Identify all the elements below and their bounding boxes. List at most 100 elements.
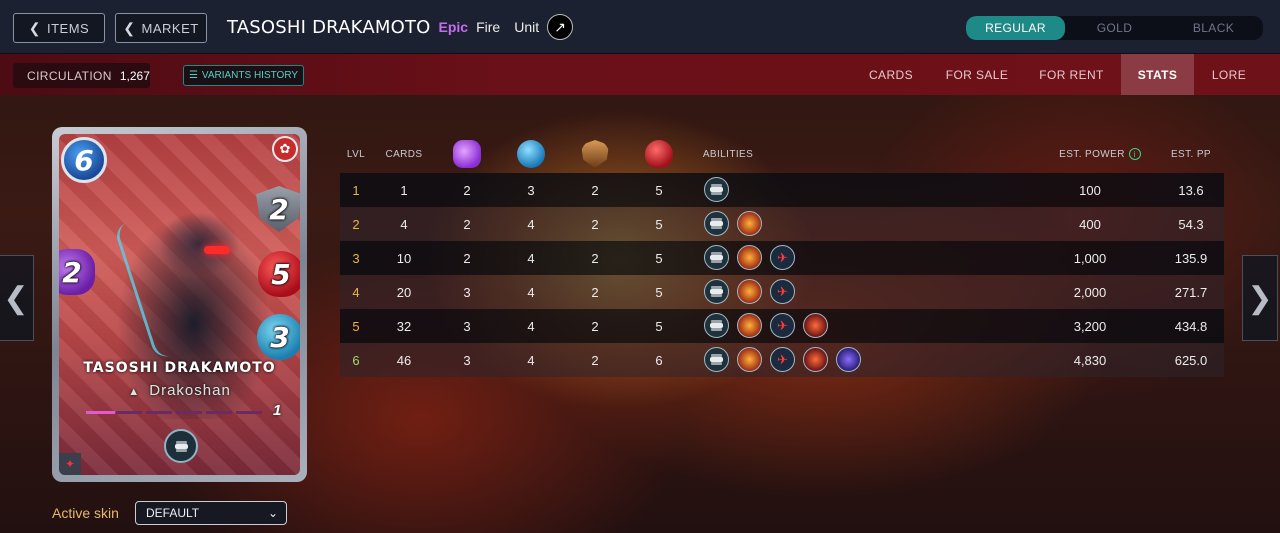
edition-regular[interactable]: REGULAR xyxy=(966,16,1065,40)
piercing-ability-icon[interactable]: ✈ xyxy=(770,313,795,338)
list-icon: ☰ xyxy=(188,70,198,81)
cell-armor: 2 xyxy=(591,318,599,334)
cell-magic: 2 xyxy=(463,182,471,198)
tab-for-rent[interactable]: FOR RENT xyxy=(1022,54,1121,95)
type-label: Unit xyxy=(514,19,540,35)
blast-ability-icon[interactable] xyxy=(737,347,762,372)
variants-history-button[interactable]: ☰ VARIANTS HISTORY xyxy=(183,65,304,86)
header-abilities: ABILITIES xyxy=(702,148,754,160)
header-lvl: LVL xyxy=(346,148,366,160)
sneak-ability-icon[interactable] xyxy=(704,245,729,270)
items-button[interactable]: ❮ ITEMS xyxy=(13,13,105,43)
market-button[interactable]: ❮ MARKET xyxy=(115,13,207,43)
cell-power: 4,830 xyxy=(1073,352,1107,368)
card-ability-icon xyxy=(164,429,198,463)
piercing-ability-icon[interactable]: ✈ xyxy=(770,347,795,372)
cell-armor: 2 xyxy=(591,182,599,198)
cell-health: 5 xyxy=(655,182,663,198)
ninja-icon xyxy=(174,443,188,449)
cell-health: 6 xyxy=(655,352,663,368)
sneak-ability-icon[interactable] xyxy=(704,177,729,202)
cell-magic: 3 xyxy=(463,352,471,368)
ninja-icon xyxy=(710,221,723,226)
cell-pp: 13.6 xyxy=(1178,182,1204,198)
speed-icon xyxy=(517,140,545,168)
chevron-right-icon: ❯ xyxy=(1247,281,1273,315)
cell-cards: 46 xyxy=(396,352,412,368)
cell-health: 5 xyxy=(655,216,663,232)
abilities-cell: ✈ xyxy=(704,313,828,339)
circulation-label: CIRCULATION xyxy=(27,68,112,83)
stats-rows: 1 1 2 3 2 5 100 13.6 2 4 2 4 2 5 400 54.3 3 10 2 4 2 5 1,000 13… xyxy=(340,173,1224,377)
cell-cards: 4 xyxy=(400,216,408,232)
previous-card-button[interactable]: ❮ xyxy=(0,255,34,341)
circulation-value: 1,267 xyxy=(119,68,150,83)
rarity-label: Epic xyxy=(438,19,469,35)
header-cards: CARDS xyxy=(385,148,423,160)
enrage-ability-icon[interactable] xyxy=(803,347,828,372)
top-bar: ❮ ITEMS ❮ MARKET TASOSHI DRAKAMOTO Epic … xyxy=(0,0,1280,54)
abilities-cell: ✈ xyxy=(704,245,795,271)
header-est-pp: EST. PP xyxy=(1170,148,1212,160)
art-glow xyxy=(113,217,185,361)
cell-speed: 4 xyxy=(527,216,535,232)
edition-black[interactable]: BLACK xyxy=(1164,16,1263,40)
ninja-icon xyxy=(710,255,723,260)
cell-speed: 4 xyxy=(527,352,535,368)
sneak-ability-icon[interactable] xyxy=(704,211,729,236)
ninja-icon xyxy=(710,289,723,294)
table-row: 6 46 3 4 2 6 4,830 625.0 ✈ xyxy=(340,343,1224,377)
sneak-ability-icon[interactable] xyxy=(704,347,729,372)
card-title-group: TASOSHI DRAKAMOTO Epic Fire Unit ↗ xyxy=(227,14,574,40)
table-row: 3 10 2 4 2 5 1,000 135.9 ✈ xyxy=(340,241,1224,275)
piercing-ability-icon[interactable]: ✈ xyxy=(770,279,795,304)
blast-ability-icon[interactable] xyxy=(737,245,762,270)
edition-gold[interactable]: GOLD xyxy=(1065,16,1164,40)
header-health xyxy=(644,135,674,173)
stats-header-row: LVL CARDS ABILITIES EST. POWER i EST. PP xyxy=(340,135,1224,173)
table-row: 1 1 2 3 2 5 100 13.6 xyxy=(340,173,1224,207)
speed-stat: 3 xyxy=(257,314,300,360)
art-eyes xyxy=(204,246,230,254)
blast-ability-icon[interactable] xyxy=(737,313,762,338)
card-image: 6 ✿ 2 5 3 2 TASOSHI DRAKAMOTO ▲ Drakosha… xyxy=(52,127,307,482)
header-magic xyxy=(452,135,482,173)
chevron-left-icon: ❮ xyxy=(3,281,29,315)
chevron-left-icon: ❮ xyxy=(123,19,136,36)
sneak-ability-icon[interactable] xyxy=(704,313,729,338)
cell-lvl: 3 xyxy=(352,250,360,266)
abilities-cell xyxy=(704,211,762,237)
sneak-ability-icon[interactable] xyxy=(704,279,729,304)
ninja-icon xyxy=(710,357,723,362)
cell-power: 2,000 xyxy=(1073,284,1107,300)
piercing-ability-icon[interactable]: ✈ xyxy=(770,245,795,270)
market-button-label: MARKET xyxy=(141,20,199,36)
info-band: CIRCULATION 1,267 ☰ VARIANTS HISTORY CAR… xyxy=(0,54,1280,95)
chevron-left-icon: ❮ xyxy=(28,19,41,36)
magic-icon xyxy=(453,140,481,168)
cell-health: 5 xyxy=(655,318,663,334)
cell-lvl: 2 xyxy=(352,216,360,232)
armor-icon xyxy=(581,140,609,168)
blast-ability-icon[interactable] xyxy=(737,279,762,304)
spell-ability-icon[interactable] xyxy=(836,347,861,372)
next-card-button[interactable]: ❯ xyxy=(1242,255,1278,341)
enrage-ability-icon[interactable] xyxy=(803,313,828,338)
cell-speed: 4 xyxy=(527,284,535,300)
cell-power: 3,200 xyxy=(1073,318,1107,334)
tab-cards[interactable]: CARDS xyxy=(850,54,932,95)
blast-ability-icon[interactable] xyxy=(737,211,762,236)
tab-for-sale[interactable]: FOR SALE xyxy=(932,54,1022,95)
tab-lore[interactable]: LORE xyxy=(1194,54,1264,95)
card-level: 1 xyxy=(273,402,282,419)
active-skin-select[interactable]: DEFAULT ⌄ xyxy=(135,501,287,525)
health-stat: 5 xyxy=(258,251,300,297)
tab-bar: CARDS FOR SALE FOR RENT STATS LORE xyxy=(850,54,1264,95)
unit-type-icon: ↗ xyxy=(547,14,574,40)
info-icon[interactable]: i xyxy=(1128,148,1141,160)
cell-magic: 3 xyxy=(463,318,471,334)
cell-pp: 135.9 xyxy=(1174,250,1208,266)
edition-logo-icon: ✦ xyxy=(59,453,81,475)
tab-stats[interactable]: STATS xyxy=(1121,54,1194,95)
level-progress-bar xyxy=(86,411,266,414)
